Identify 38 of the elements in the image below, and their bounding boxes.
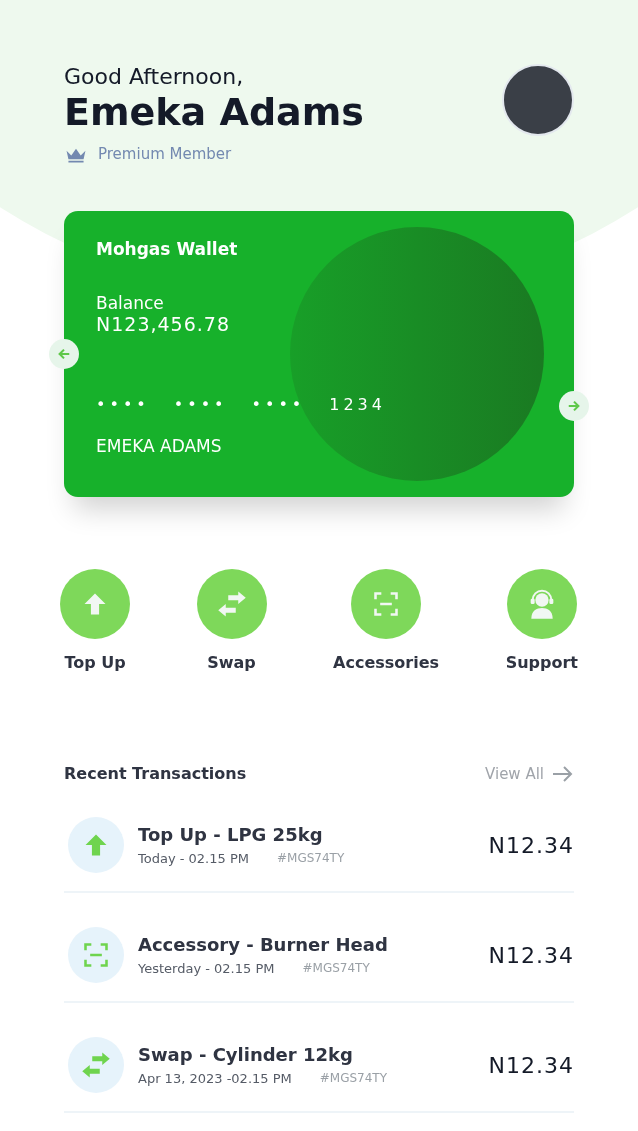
transaction-title: Top Up - LPG 25kg (138, 824, 324, 845)
transaction-time: Today - 02.15 PM (138, 851, 249, 866)
scan-frame-icon (372, 590, 401, 618)
right-arrow-icon (567, 399, 581, 413)
action-button[interactable]: Accessories (333, 569, 440, 672)
card-number-group: •••• (96, 395, 150, 414)
transaction-title: Swap - Cylinder 12kg (138, 1044, 354, 1065)
card-number-group: •••• (251, 395, 306, 414)
left-arrow-icon (57, 347, 71, 361)
transaction-title: Accessory - Burner Head (138, 934, 389, 955)
swap-arrows-icon (81, 1050, 111, 1080)
transaction-time: Yesterday - 02.15 PM (138, 961, 275, 976)
user-name: Emeka Adams (64, 89, 364, 135)
swap-arrows-icon (216, 589, 247, 619)
wallet-card[interactable]: Mohgas Wallet Balance N123,456.78 •••• •••• •••• 1234 EMEKA ADAMS (64, 211, 574, 497)
balance-amount: N123,456.78 (96, 313, 231, 335)
transaction-reference: #MGS74TY (302, 961, 370, 976)
section-title: Recent Transactions (64, 764, 247, 783)
membership-label: Premium Member (98, 145, 232, 163)
transaction-amount: N12.34 (488, 832, 574, 858)
transaction-row[interactable]: Top Up - LPG 25kg Today - 02.15 PM #MGS74TY N12.34 (64, 791, 574, 893)
card-number-group: •••• (173, 395, 228, 414)
transaction-amount: N12.34 (488, 942, 574, 968)
card-holder-name: EMEKA ADAMS (96, 436, 223, 456)
transaction-reference: #MGS74TY (319, 1071, 387, 1086)
transaction-amount: N12.34 (488, 1052, 574, 1078)
wallet-title: Mohgas Wallet (96, 239, 239, 259)
previous-card-button[interactable] (49, 339, 79, 369)
scan-frame-icon (82, 941, 110, 969)
next-card-button[interactable] (559, 391, 589, 421)
transaction-time: Apr 13, 2023 -02.15 PM (138, 1071, 292, 1086)
right-arrow-icon (552, 765, 574, 782)
transaction-row[interactable]: Accessory - Burner Head Yesterday - 02.15 PM #MGS74TY N12.34 (64, 901, 574, 1003)
greeting-text: Good Afternoon, (64, 64, 245, 89)
transaction-row[interactable]: Swap - Cylinder 12kg Apr 13, 2023 -02.15 PM #MGS74TY N12.34 (64, 1011, 574, 1113)
transaction-reference: #MGS74TY (276, 851, 345, 866)
balance-label: Balance (96, 293, 165, 313)
card-number-group: 1234 (329, 395, 386, 414)
